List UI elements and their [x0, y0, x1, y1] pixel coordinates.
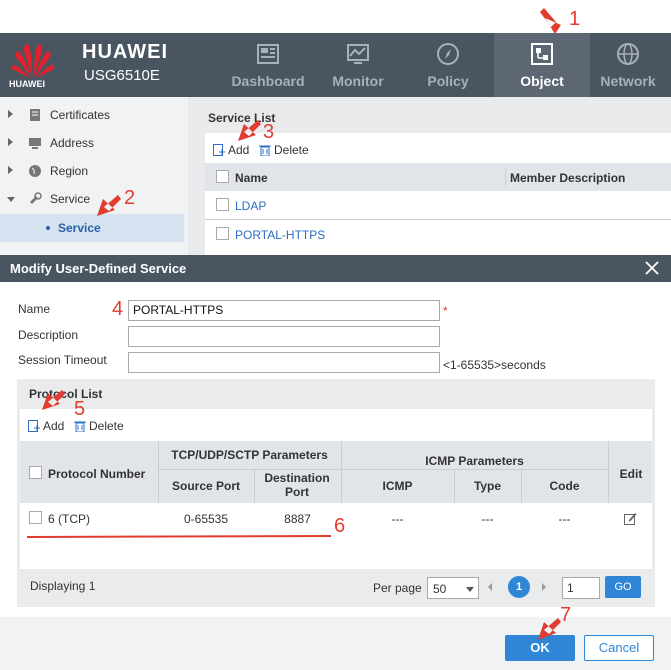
annotation-overlay [26, 8, 561, 640]
annotation-7: 7 [560, 604, 572, 626]
annotation-5: 5 [74, 398, 86, 420]
annotation-3: 3 [263, 121, 275, 143]
annotation-6: 6 [334, 515, 346, 537]
annotation-2: 2 [124, 187, 136, 209]
annotation-1: 1 [569, 8, 581, 30]
arrow-marker-icon [538, 618, 561, 640]
annotation-underline [26, 535, 332, 538]
arrow-marker-icon [97, 195, 121, 216]
arrow-marker-icon [540, 8, 561, 34]
annotation-arrows [42, 8, 561, 640]
annotation-4: 4 [112, 298, 124, 320]
arrow-marker-icon [238, 120, 261, 141]
arrow-marker-icon [42, 390, 65, 410]
